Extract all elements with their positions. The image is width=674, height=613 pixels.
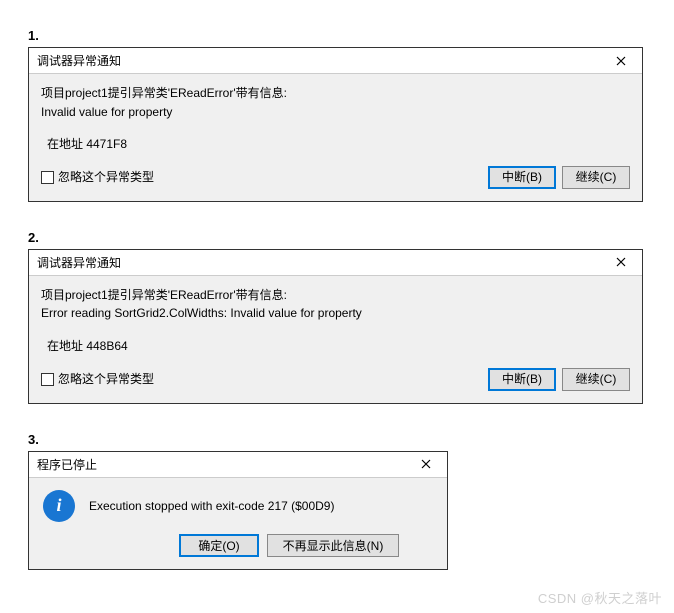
checkbox-icon[interactable]: [41, 171, 54, 184]
close-button[interactable]: [606, 252, 636, 272]
dialog-title: 程序已停止: [37, 456, 97, 473]
info-icon: i: [43, 490, 75, 522]
dont-show-button[interactable]: 不再显示此信息(N): [267, 534, 399, 557]
continue-button[interactable]: 继续(C): [562, 368, 630, 391]
address-line: 在地址 448B64: [41, 337, 630, 356]
section-label-2: 2.: [28, 230, 656, 245]
dialog-body: i Execution stopped with exit-code 217 (…: [29, 478, 447, 534]
titlebar: 程序已停止: [29, 452, 447, 478]
ok-button[interactable]: 确定(O): [179, 534, 259, 557]
dialog-title: 调试器异常通知: [37, 52, 121, 69]
message-line-2: Invalid value for property: [41, 103, 630, 122]
message-line-2: Error reading SortGrid2.ColWidths: Inval…: [41, 304, 630, 323]
titlebar: 调试器异常通知: [29, 250, 642, 276]
stopped-dialog: 程序已停止 i Execution stopped with exit-code…: [28, 451, 448, 570]
section-label-3: 3.: [28, 432, 656, 447]
ignore-checkbox-row[interactable]: 忽略这个异常类型: [41, 168, 154, 187]
message-line-1: 项目project1提引异常类'EReadError'带有信息:: [41, 286, 630, 305]
dialog-body: 项目project1提引异常类'EReadError'带有信息: Invalid…: [29, 74, 642, 201]
close-button[interactable]: [411, 454, 441, 474]
ignore-checkbox-row[interactable]: 忽略这个异常类型: [41, 370, 154, 389]
close-icon: [616, 257, 626, 267]
dialog-body: 项目project1提引异常类'EReadError'带有信息: Error r…: [29, 276, 642, 403]
section-label-1: 1.: [28, 28, 656, 43]
exception-dialog-1: 调试器异常通知 项目project1提引异常类'EReadError'带有信息:…: [28, 47, 643, 202]
close-button[interactable]: [606, 51, 636, 71]
break-button[interactable]: 中断(B): [488, 166, 556, 189]
continue-button[interactable]: 继续(C): [562, 166, 630, 189]
ignore-label: 忽略这个异常类型: [58, 370, 154, 389]
address-line: 在地址 4471F8: [41, 135, 630, 154]
checkbox-icon[interactable]: [41, 373, 54, 386]
dialog-title: 调试器异常通知: [37, 254, 121, 271]
exception-dialog-2: 调试器异常通知 项目project1提引异常类'EReadError'带有信息:…: [28, 249, 643, 404]
titlebar: 调试器异常通知: [29, 48, 642, 74]
close-icon: [421, 459, 431, 469]
exit-code-message: Execution stopped with exit-code 217 ($0…: [89, 499, 433, 513]
message-line-1: 项目project1提引异常类'EReadError'带有信息:: [41, 84, 630, 103]
break-button[interactable]: 中断(B): [488, 368, 556, 391]
watermark: CSDN @秋天之落叶: [538, 588, 662, 607]
ignore-label: 忽略这个异常类型: [58, 168, 154, 187]
close-icon: [616, 56, 626, 66]
